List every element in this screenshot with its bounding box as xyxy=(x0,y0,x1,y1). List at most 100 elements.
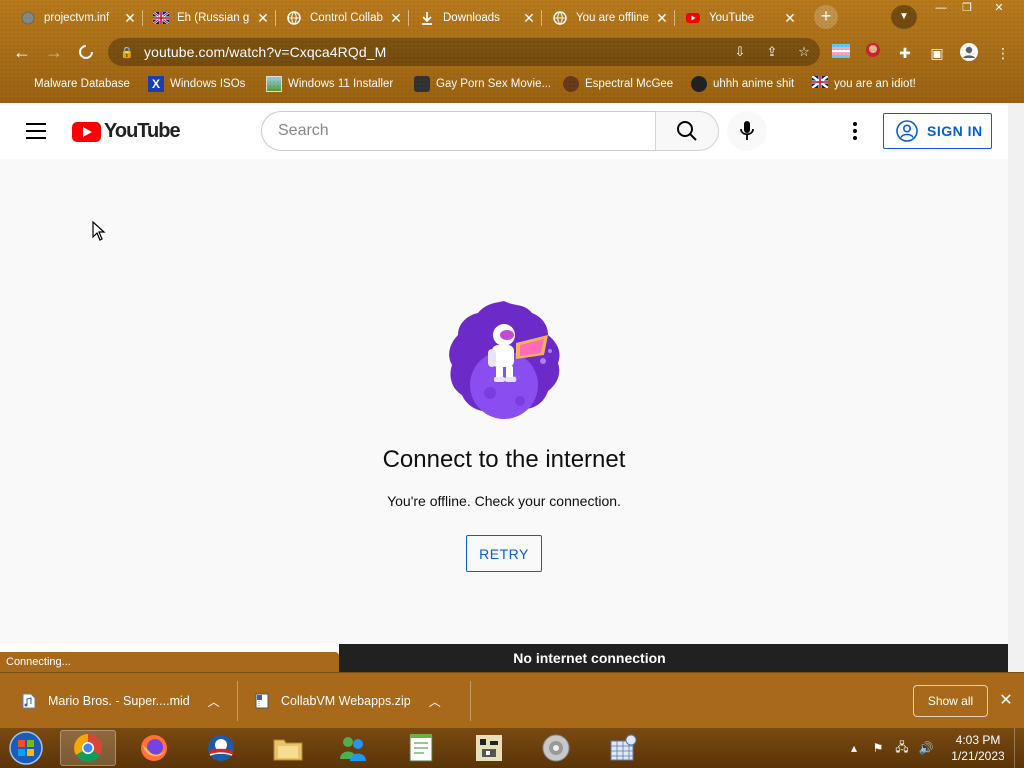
lock-icon[interactable]: 🔒 xyxy=(120,46,134,59)
back-icon[interactable]: ← xyxy=(10,40,34,64)
taskbar-firefox[interactable] xyxy=(126,730,182,766)
tab-russian[interactable]: Eh (Russian g ✕ xyxy=(143,4,276,32)
account-circle-icon xyxy=(896,120,918,142)
offline-message: You're offline. Check your connection. xyxy=(387,493,621,509)
retry-button[interactable]: RETRY xyxy=(466,535,542,572)
folder-icon xyxy=(12,76,28,92)
windows-orb-icon xyxy=(9,731,43,765)
close-tab-icon[interactable]: ✕ xyxy=(254,10,272,27)
taskbar-explorer[interactable] xyxy=(260,730,316,766)
globe-icon xyxy=(552,10,568,26)
browser-menu-icon[interactable]: ⋮ xyxy=(992,42,1014,64)
taskbar-calculator[interactable] xyxy=(595,730,651,766)
bookmark-anime[interactable]: uhhh anime shit xyxy=(691,74,794,94)
tab-projectvm[interactable]: projectvm.inf ✕ xyxy=(10,4,143,32)
close-tab-icon[interactable]: ✕ xyxy=(653,10,671,27)
download-item-midi[interactable]: Mario Bros. - Super....mid ︿ xyxy=(22,681,220,721)
show-all-downloads-button[interactable]: Show all xyxy=(913,685,988,717)
share-icon[interactable]: ⇪ xyxy=(756,44,788,60)
chevron-up-icon[interactable]: ︿ xyxy=(429,693,441,710)
download-filename: CollabVM Webapps.zip xyxy=(281,694,411,708)
side-panel-icon[interactable]: ▣ xyxy=(926,42,948,64)
close-tab-icon[interactable]: ✕ xyxy=(121,10,139,27)
download-shelf: Mario Bros. - Super....mid ︿ CollabVM We… xyxy=(0,672,1024,728)
tab-control-collab[interactable]: Control Collab ✕ xyxy=(276,4,409,32)
chevron-up-icon[interactable]: ︿ xyxy=(208,693,220,710)
anime-icon xyxy=(691,76,707,92)
action-center-flag-icon[interactable]: ⚑ xyxy=(866,741,890,755)
taskbar-media[interactable] xyxy=(528,730,584,766)
close-tab-icon[interactable]: ✕ xyxy=(387,10,405,27)
taskbar-clock[interactable]: 4:03 PM 1/21/2023 xyxy=(944,732,1012,764)
close-window-icon[interactable]: ✕ xyxy=(986,0,1012,16)
network-icon[interactable]: 🖧 xyxy=(890,738,914,759)
download-filename: Mario Bros. - Super....mid xyxy=(48,694,190,708)
microphone-icon xyxy=(740,121,754,140)
bookmark-label: uhhh anime shit xyxy=(713,78,795,90)
windows-taskbar: ▴ ⚑ 🖧 🔊 4:03 PM 1/21/2023 xyxy=(0,728,1024,768)
address-bar[interactable]: 🔒 youtube.com/watch?v=Cxqca4RQd_M ⇩ ⇪ ☆ xyxy=(108,38,820,66)
bookmark-label: Gay Porn Sex Movie... xyxy=(436,78,552,90)
volume-icon[interactable]: 🔊 xyxy=(914,741,938,755)
no-internet-text: No internet connection xyxy=(513,650,666,666)
tab-offline[interactable]: You are offline ✕ xyxy=(542,4,675,32)
restore-icon[interactable]: ❐ xyxy=(954,0,980,16)
close-tab-icon[interactable]: ✕ xyxy=(520,10,538,27)
page-scrollbar[interactable] xyxy=(1008,103,1024,673)
search-button[interactable] xyxy=(655,111,719,151)
download-item-zip[interactable]: CollabVM Webapps.zip ︿ xyxy=(255,681,441,721)
tab-youtube[interactable]: YouTube ✕ xyxy=(675,4,803,32)
settings-more-icon[interactable] xyxy=(845,119,865,143)
site-icon xyxy=(414,76,430,92)
minimize-icon[interactable]: — xyxy=(928,0,954,16)
taskbar-notepad[interactable] xyxy=(393,730,449,766)
youtube-wordmark: YouTube xyxy=(104,120,181,142)
taskbar-messenger[interactable] xyxy=(325,730,381,766)
globe-icon xyxy=(286,10,302,26)
menu-icon[interactable] xyxy=(26,123,46,139)
profile-icon[interactable] xyxy=(958,42,980,64)
taskbar-game[interactable] xyxy=(461,730,517,766)
install-app-icon[interactable]: ⇩ xyxy=(724,44,756,60)
sign-in-button[interactable]: SIGN IN xyxy=(883,113,992,149)
stop-loading-icon[interactable] xyxy=(74,40,98,64)
tray-overflow-icon[interactable]: ▴ xyxy=(842,741,866,755)
tab-search-button[interactable]: ▼ xyxy=(891,5,917,29)
bookmark-star-icon[interactable]: ☆ xyxy=(788,44,820,60)
taskbar-obama[interactable] xyxy=(193,730,249,766)
tab-title: Control Collab xyxy=(310,12,383,24)
notepad-icon xyxy=(409,734,433,762)
search-icon xyxy=(677,121,697,141)
close-shelf-icon[interactable]: ✕ xyxy=(996,691,1016,711)
extensions-puzzle-icon[interactable]: ✚ xyxy=(894,42,916,64)
obama-logo-icon xyxy=(208,735,234,761)
taskbar-chrome[interactable] xyxy=(60,730,116,766)
messenger-icon xyxy=(340,737,366,761)
youtube-page: YouTube Search SIGN IN Connect to the in… xyxy=(0,103,1008,644)
voice-search-button[interactable] xyxy=(727,111,767,151)
bookmarks-bar: Malware Database X Windows ISOs Windows … xyxy=(0,72,1024,96)
tab-downloads[interactable]: Downloads ✕ xyxy=(409,4,542,32)
speaker-disc-icon xyxy=(542,734,570,762)
forward-icon[interactable]: → xyxy=(42,40,66,64)
close-tab-icon[interactable]: ✕ xyxy=(781,10,799,27)
bookmark-malware-database[interactable]: Malware Database xyxy=(12,74,130,94)
extension-flag-icon[interactable] xyxy=(830,42,852,64)
show-desktop-button[interactable] xyxy=(1014,728,1024,768)
start-button[interactable] xyxy=(6,730,46,766)
flag-icon xyxy=(811,75,829,92)
browser-chrome: projectvm.inf ✕ Eh (Russian g ✕ Control … xyxy=(0,0,1024,103)
bookmark-windows-isos[interactable]: X Windows ISOs xyxy=(148,74,245,94)
youtube-masthead: YouTube Search SIGN IN xyxy=(0,103,1008,159)
tab-title: Eh (Russian g xyxy=(177,12,250,24)
avatar-icon xyxy=(563,76,579,92)
bookmark-windows-11-installer[interactable]: Windows 11 Installer xyxy=(266,74,393,94)
new-tab-button[interactable]: + xyxy=(814,5,838,29)
extension-avatar-icon[interactable] xyxy=(862,42,884,64)
bookmark-idiot[interactable]: you are an idiot! xyxy=(811,74,916,94)
search-input[interactable]: Search xyxy=(261,111,657,151)
bookmark-espectral-mcgee[interactable]: Espectral McGee xyxy=(563,74,673,94)
youtube-logo[interactable]: YouTube xyxy=(72,120,181,143)
bookmark-movie[interactable]: Gay Porn Sex Movie... xyxy=(414,74,551,94)
audio-file-icon xyxy=(22,693,36,709)
